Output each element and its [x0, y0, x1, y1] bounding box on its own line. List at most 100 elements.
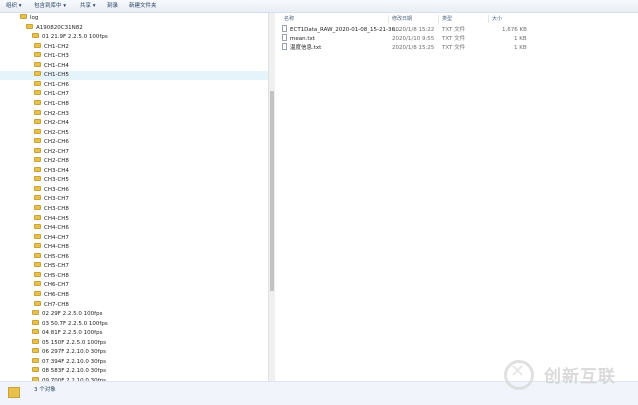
file-name: mean.txt [290, 36, 315, 42]
file-date: 2020/1/8 15:22 [392, 27, 435, 33]
tree-item[interactable]: CH2-CH8 [0, 157, 268, 166]
tree-item-label: CH1-CH6 [44, 81, 69, 88]
tree-item[interactable]: 02 29F 2.2.5.0 100fps [0, 310, 268, 319]
column-separator[interactable] [438, 15, 439, 23]
file-date: 2020/1/8 15:25 [392, 45, 435, 51]
command-toolbar: 组织 ▾ 包含到库中 ▾ 共享 ▾ 刻录 新建文件夹 [0, 0, 638, 13]
tree-item[interactable]: CH3-CH7 [0, 195, 268, 204]
file-row[interactable]: ECT1Data_RAW_2020-01-08_15-21-36... 2020… [282, 25, 532, 35]
tree-item[interactable]: CH1-CH2 [0, 42, 268, 52]
folder-icon [34, 262, 41, 268]
tree-item[interactable]: 08 583F 2.2.10.0 30fps [0, 367, 268, 376]
folder-icon [34, 166, 41, 172]
file-row[interactable]: mean.txt 2020/1/10 9:55 TXT 文件 1 KB [282, 34, 532, 44]
tree-item-label: CH1-CH3 [44, 53, 69, 60]
tree-item-label: 06 297F 2.2.10.0 30fps [42, 349, 106, 356]
tree-item-label: 05 150F 2.2.5.0 100fps [42, 339, 106, 346]
item-count: 3 个对象 [34, 387, 56, 393]
tree-item[interactable]: 05 150F 2.2.5.0 100fps [0, 338, 268, 348]
file-list: 名称 修改日期 类型 大小 ECT1Data_RAW_2020-01-08_15… [276, 13, 638, 381]
tree-item-label: CH5-CH6 [44, 253, 69, 260]
tree-item-label: CH3-CH7 [44, 196, 69, 203]
tree-item[interactable]: CH2-CH7 [0, 147, 268, 157]
tree-item[interactable]: A190820C31N82 [0, 23, 268, 33]
tree-item[interactable]: CH4-CH7 [0, 233, 268, 243]
tree-item-label: 08 583F 2.2.10.0 30fps [42, 368, 106, 375]
share-button[interactable]: 共享 ▾ [80, 2, 96, 10]
folder-icon [34, 90, 41, 96]
tree-item[interactable]: 04 81F 2.2.5.0 100fps [0, 329, 268, 338]
burn-button[interactable]: 刻录 [107, 2, 118, 10]
tree-item[interactable]: CH1-CH6 [0, 80, 268, 90]
tree-item-label: CH2-CH7 [44, 148, 69, 155]
tree-item[interactable]: CH4-CH5 [0, 214, 268, 224]
tree-item[interactable]: CH1-CH5 [0, 71, 268, 81]
organize-button[interactable]: 组织 ▾ [6, 2, 22, 10]
column-header-name[interactable]: 名称 [284, 15, 294, 23]
tree-item-label: CH2-CH3 [44, 110, 69, 117]
tree-item[interactable]: 01 21.9F 2.2.5.0 100fps [0, 33, 268, 42]
folder-icon [34, 271, 41, 277]
file-type: TXT 文件 [442, 36, 466, 42]
tree-item[interactable]: CH1-CH3 [0, 52, 268, 61]
tree-item[interactable]: CH2-CH5 [0, 128, 268, 138]
tree-item[interactable]: CH3-CH5 [0, 176, 268, 185]
watermark-logo: ✕ 创新互联 [504, 358, 634, 394]
tree-item[interactable]: 06 297F 2.2.10.0 30fps [0, 348, 268, 357]
tree-item[interactable]: CH2-CH4 [0, 119, 268, 128]
file-row[interactable]: 温度信息.txt 2020/1/8 15:25 TXT 文件 1 KB [282, 43, 532, 53]
column-header-type[interactable]: 类型 [442, 15, 452, 23]
tree-item[interactable]: CH2-CH3 [0, 109, 268, 119]
tree-item[interactable]: CH3-CH4 [0, 166, 268, 176]
tree-scrollbar[interactable] [268, 13, 275, 381]
tree-item[interactable]: CH1-CH4 [0, 61, 268, 71]
folder-icon [34, 157, 41, 163]
file-size: 1,676 KB [502, 27, 527, 33]
tree-item[interactable]: log [0, 14, 268, 23]
folder-icon [34, 52, 41, 58]
folder-icon [34, 281, 41, 287]
tree-scrollbar-thumb[interactable] [270, 91, 274, 291]
tree-item[interactable]: CH2-CH6 [0, 138, 268, 147]
include-in-library-button[interactable]: 包含到库中 ▾ [34, 2, 66, 10]
tree-item[interactable]: CH6-CH8 [0, 290, 268, 300]
folder-icon [34, 80, 41, 86]
tree-item-label: 03 50.7F 2.2.5.0 100fps [42, 320, 108, 327]
new-folder-button[interactable]: 新建文件夹 [129, 2, 157, 10]
column-header-date[interactable]: 修改日期 [392, 15, 412, 23]
tree-item-label: CH7-CH8 [44, 301, 69, 308]
tree-item[interactable]: CH5-CH6 [0, 252, 268, 262]
folder-icon [32, 310, 39, 316]
column-separator[interactable] [488, 15, 489, 23]
tree-item[interactable]: CH1-CH7 [0, 90, 268, 99]
tree-item[interactable]: CH4-CH8 [0, 243, 268, 252]
folder-icon [34, 99, 41, 105]
tree-item[interactable]: CH4-CH6 [0, 224, 268, 233]
column-header-size[interactable]: 大小 [492, 15, 502, 23]
tree-item-label: 02 29F 2.2.5.0 100fps [42, 311, 103, 318]
tree-item-label: CH2-CH4 [44, 120, 69, 127]
folder-icon [32, 329, 39, 335]
folder-icon [32, 348, 39, 354]
tree-item[interactable]: CH5-CH8 [0, 271, 268, 281]
tree-item[interactable]: CH3-CH6 [0, 185, 268, 195]
file-name: ECT1Data_RAW_2020-01-08_15-21-36... [290, 27, 401, 33]
tree-item[interactable]: 03 50.7F 2.2.5.0 100fps [0, 319, 268, 329]
tree-item[interactable]: CH1-CH8 [0, 99, 268, 109]
column-separator[interactable] [388, 15, 389, 23]
logo-mark-icon: ✕ [510, 361, 526, 382]
tree-item[interactable]: CH7-CH8 [0, 300, 268, 310]
text-file-icon [282, 25, 287, 32]
tree-item-label: log [30, 15, 39, 21]
navigation-tree[interactable]: log A190820C31N82 01 21.9F 2.2.5.0 100fps C… [0, 13, 268, 381]
tree-item-label: CH4-CH5 [44, 215, 69, 222]
tree-item[interactable]: 07 394F 2.2.10.0 30fps [0, 357, 268, 367]
tree-item-label: CH3-CH8 [44, 206, 69, 212]
tree-item-label: CH3-CH4 [44, 167, 69, 174]
tree-item[interactable]: CH6-CH7 [0, 281, 268, 290]
tree-item[interactable]: CH5-CH7 [0, 262, 268, 271]
folder-icon [34, 300, 41, 306]
folder-icon [34, 71, 41, 77]
folder-icon [34, 138, 41, 144]
tree-item[interactable]: CH3-CH8 [0, 205, 268, 214]
